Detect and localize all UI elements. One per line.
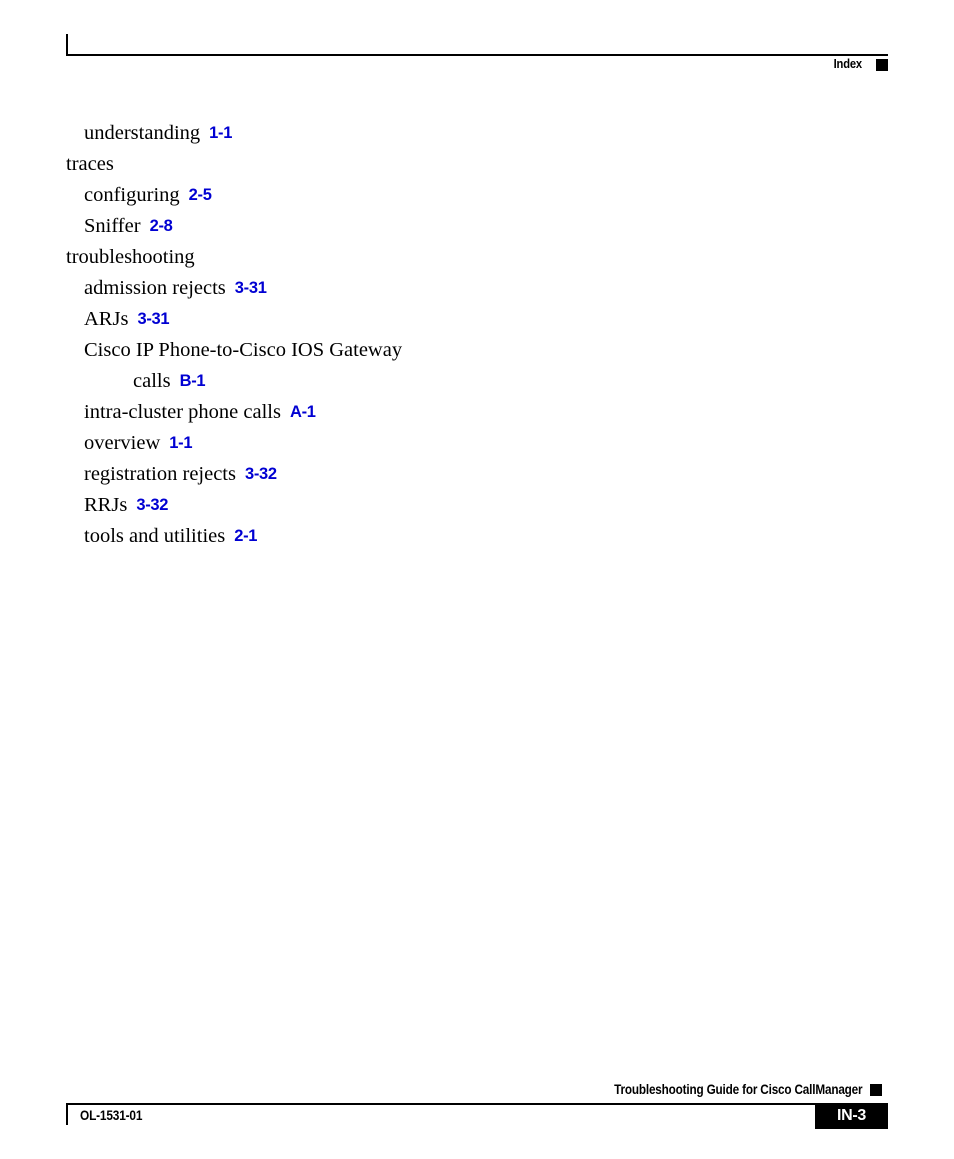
header-title: Index [833,56,863,71]
index-page-reference[interactable]: B-1 [171,372,206,390]
header-rule-tick [66,34,68,56]
index-entry: tools and utilities 2-1 [0,521,954,552]
index-entry: configuring 2-5 [0,180,954,211]
index-entry: admission rejects 3-31 [0,273,954,304]
index-entry: RRJs 3-32 [0,490,954,521]
page-number: IN-3 [836,1107,867,1124]
index-entry-term: understanding [84,122,201,144]
index-page-reference [402,341,411,359]
index-page-reference[interactable]: 2-5 [180,186,212,204]
footer-guide-title: Troubleshooting Guide for Cisco CallMana… [613,1082,863,1097]
index-entry-term: Sniffer [84,215,141,237]
index-entry-term: traces [66,153,114,175]
index-page-reference [195,248,204,266]
page-header: Index [66,34,888,71]
index-entry-term: ARJs [84,308,129,330]
index-page-reference[interactable]: 1-1 [160,434,192,452]
index-entry-term: overview [84,432,161,454]
index-entry-term: registration rejects [84,463,236,485]
index-page-reference[interactable]: A-1 [281,403,316,421]
index-page-reference[interactable]: 3-31 [128,310,169,328]
index-entry-term: admission rejects [84,277,226,299]
index-entry-term: troubleshooting [66,246,195,268]
index-entry: traces [0,149,954,180]
page-footer: Troubleshooting Guide for Cisco CallMana… [66,1082,888,1142]
black-square-marker-icon [870,1084,882,1096]
index-entry: registration rejects 3-32 [0,459,954,490]
index-entry-continuation: calls B-1 [0,366,954,397]
index-entry-term: calls [133,370,171,392]
index-entry: ARJs 3-31 [0,304,954,335]
footer-rule [66,1103,888,1105]
footer-document-number: OL-1531-01 [80,1108,143,1123]
index-page-reference[interactable]: 3-32 [127,496,168,514]
index-page-reference[interactable]: 2-8 [141,217,173,235]
index-entry-term: tools and utilities [84,525,226,547]
index-entry-term: RRJs [84,494,128,516]
index-entry: troubleshooting [0,242,954,273]
index-entry: intra-cluster phone calls A-1 [0,397,954,428]
index-page-reference[interactable]: 2-1 [225,527,257,545]
header-rule [66,54,888,56]
index-entry: understanding 1-1 [0,118,954,149]
index-entry-term: intra-cluster phone calls [84,401,281,423]
index-entry: Sniffer 2-8 [0,211,954,242]
index-page-reference[interactable]: 3-31 [226,279,267,297]
index-entry-list: understanding 1-1 traces configuring 2-5 S… [0,118,954,552]
index-entry: overview 1-1 [0,428,954,459]
footer-rule-tick [66,1103,68,1125]
black-square-marker-icon [876,59,888,71]
index-entry-term: Cisco IP Phone-to-Cisco IOS Gateway [84,339,403,361]
index-page-reference[interactable]: 1-1 [200,124,232,142]
index-page-reference[interactable]: 3-32 [236,465,277,483]
index-page: Index understanding 1-1 traces configurin… [0,0,954,1159]
index-page-reference [114,155,123,173]
index-entry-term: configuring [84,184,180,206]
index-entry: Cisco IP Phone-to-Cisco IOS Gateway [0,335,954,366]
